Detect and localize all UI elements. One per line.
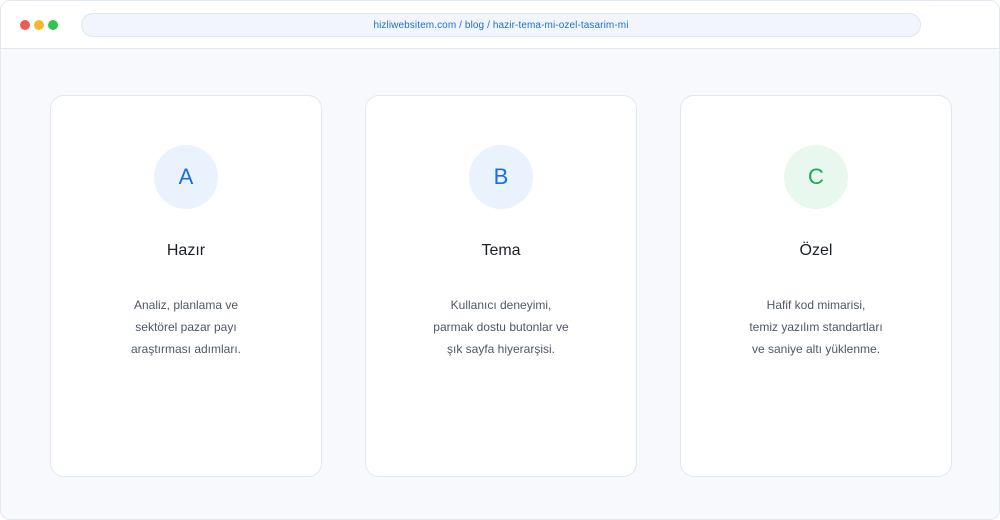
page-content: A Hazır Analiz, planlama ve sektörel paz…	[1, 49, 999, 519]
card-badge: C	[784, 145, 848, 209]
address-bar[interactable]: hizliwebsitem.com / blog / hazir-tema-mi…	[81, 13, 921, 37]
card-tema: B Tema Kullanıcı deneyimi, parmak dostu …	[365, 95, 637, 477]
card-description-line: şık sayfa hiyerarşisi.	[446, 342, 556, 356]
card-description: Kullanıcı deneyimi, parmak dostu butonla…	[366, 294, 636, 360]
card-description: Analiz, planlama ve sektörel pazar payı …	[51, 294, 321, 360]
card-ozel: C Özel Hafif kod mimarisi, temiz yazılım…	[680, 95, 952, 477]
address-bar-url: hizliwebsitem.com / blog / hazir-tema-mi…	[373, 19, 629, 31]
minimize-window-icon[interactable]	[34, 20, 44, 30]
card-description-line: sektörel pazar payı	[135, 320, 237, 334]
card-hazir: A Hazır Analiz, planlama ve sektörel paz…	[50, 95, 322, 477]
card-description-line: temiz yazılım standartları	[749, 320, 883, 334]
zoom-window-icon[interactable]	[48, 20, 58, 30]
card-description-line: Hafif kod mimarisi,	[766, 298, 866, 312]
card-description-line: araştırması adımları.	[130, 342, 242, 356]
card-title: Hazır	[166, 242, 206, 259]
browser-titlebar: hizliwebsitem.com / blog / hazir-tema-mi…	[1, 1, 999, 49]
card-description-line: Kullanıcı deneyimi,	[450, 298, 552, 312]
card-badge: A	[154, 145, 218, 209]
close-window-icon[interactable]	[20, 20, 30, 30]
card-description: Hafif kod mimarisi, temiz yazılım standa…	[681, 294, 951, 360]
browser-window: hizliwebsitem.com / blog / hazir-tema-mi…	[0, 0, 1000, 520]
card-badge: B	[469, 145, 533, 209]
card-description-line: parmak dostu butonlar ve	[433, 320, 569, 334]
card-title: Özel	[799, 242, 833, 259]
card-description-line: Analiz, planlama ve	[133, 298, 239, 312]
card-title: Tema	[481, 242, 521, 259]
card-description-line: ve saniye altı yüklenme.	[751, 342, 881, 356]
